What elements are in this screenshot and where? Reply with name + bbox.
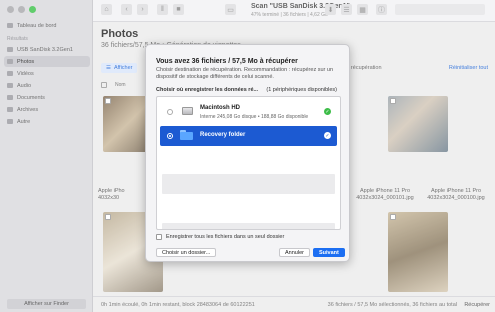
device-radio[interactable] (167, 109, 173, 115)
device-recovery-folder[interactable]: Recovery folder ✓ (160, 126, 337, 146)
choose-folder-button[interactable]: Choisir un dossier... (156, 248, 217, 257)
folder-icon (180, 130, 193, 140)
checkmark-icon: ✓ (324, 108, 331, 115)
device-radio[interactable] (167, 133, 173, 139)
device-capacity: Interne 245,08 Go disque • 188,88 Go dis… (200, 114, 309, 120)
checkmark-icon: ✓ (324, 132, 331, 139)
empty-device-slot (162, 174, 335, 194)
device-macintosh-hd[interactable]: Macintosh HD Interne 245,08 Go disque • … (160, 102, 337, 122)
device-count: (1 périphériques disponibles) (266, 87, 337, 93)
device-name: Recovery folder (200, 132, 246, 138)
save-all-label: Enregistrer tous les fichiers dans un se… (166, 234, 285, 240)
save-all-option[interactable]: Enregistrer tous les fichiers dans un se… (156, 234, 284, 240)
destination-label: Choisir où enregistrer les données ré... (156, 87, 259, 93)
cancel-button[interactable]: Annuler (279, 248, 310, 257)
hard-disk-icon (182, 107, 193, 115)
next-button[interactable]: Suivant (313, 248, 345, 257)
destination-list: Macintosh HD Interne 245,08 Go disque • … (156, 96, 341, 230)
recovery-destination-dialog: Vous avez 36 fichiers / 57,5 Mo à récupé… (145, 44, 350, 262)
dialog-title: Vous avez 36 fichiers / 57,5 Mo à récupé… (156, 58, 298, 65)
dialog-description: Choisir destination de récupération. Rec… (156, 67, 334, 81)
device-name: Macintosh HD (200, 105, 241, 111)
save-all-checkbox[interactable] (156, 234, 162, 240)
empty-device-slot (162, 223, 335, 229)
